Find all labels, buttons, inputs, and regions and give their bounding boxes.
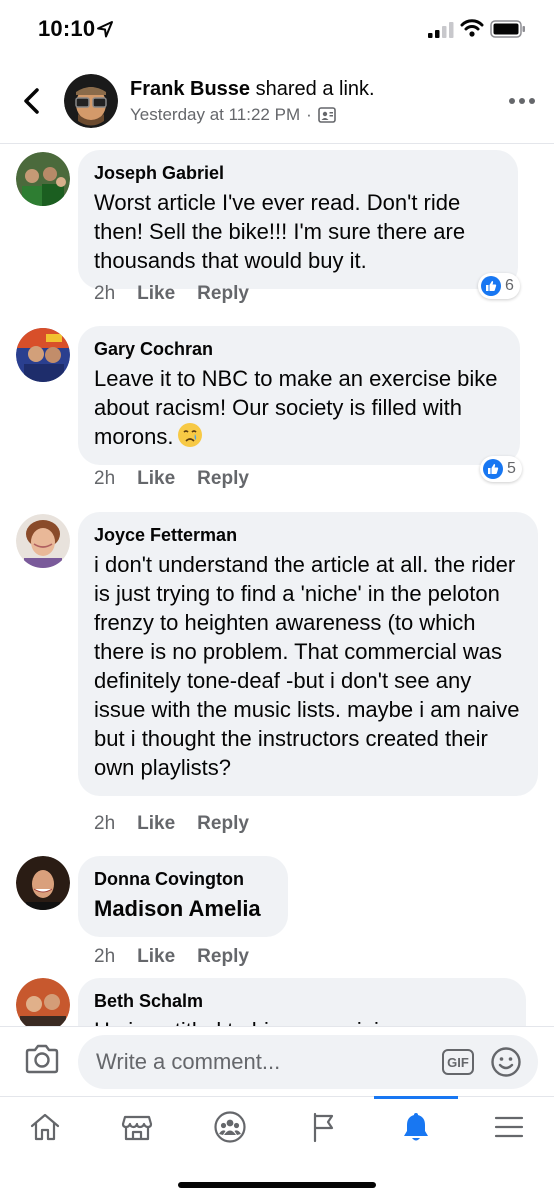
author-name[interactable]: Frank Busse	[130, 78, 250, 100]
bottom-tab-bar	[0, 1096, 554, 1156]
commenter-name[interactable]: Beth Schalm	[94, 990, 510, 1012]
status-time: 10:10	[38, 16, 96, 41]
comment-text-body: Leave it to NBC to make an exercise bike…	[94, 366, 498, 449]
commenter-name[interactable]: Joyce Fetterman	[94, 524, 522, 546]
commenter-avatar[interactable]	[16, 856, 70, 910]
reply-button[interactable]: Reply	[197, 283, 249, 305]
battery-icon	[490, 20, 525, 38]
wifi-icon	[460, 19, 484, 37]
reply-button[interactable]: Reply	[197, 813, 249, 835]
emoji-icon[interactable]	[490, 1046, 522, 1078]
like-button[interactable]: Like	[137, 283, 175, 305]
comment-time: 2h	[94, 946, 116, 967]
commenter-avatar[interactable]	[16, 978, 70, 1026]
comment-time: 2h	[94, 813, 116, 834]
location-arrow-icon	[97, 21, 113, 38]
author-line: Frank Busse shared a link.	[130, 78, 375, 101]
post-timestamp[interactable]: Yesterday at 11:22 PM	[130, 105, 300, 125]
cellular-signal-icon	[428, 22, 454, 38]
comment-bubble[interactable]: Donna Covington Madison Amelia	[78, 856, 288, 937]
reaction-summary[interactable]: 6	[478, 273, 520, 299]
reply-button[interactable]: Reply	[197, 468, 249, 490]
reaction-count: 5	[507, 460, 516, 477]
commenter-name[interactable]: Gary Cochran	[94, 338, 504, 360]
comment-actions: 2h Like Reply	[94, 468, 249, 490]
commenter-avatar[interactable]	[16, 328, 70, 382]
more-options-icon[interactable]	[508, 96, 536, 106]
tab-pages[interactable]	[278, 1097, 368, 1157]
like-button[interactable]: Like	[137, 946, 175, 968]
comment-text: Worst article I've ever read. Don't ride…	[94, 190, 466, 273]
commenter-avatar[interactable]	[16, 514, 70, 568]
home-icon	[30, 1113, 60, 1141]
meta-separator: ·	[306, 105, 312, 124]
comment-bubble[interactable]: Gary Cochran Leave it to NBC to make an …	[78, 326, 520, 465]
reply-button[interactable]: Reply	[197, 946, 249, 968]
tab-notifications[interactable]	[371, 1097, 461, 1157]
tagged-name[interactable]: Madison Amelia	[94, 894, 272, 923]
comment-actions: 2h Like Reply	[94, 813, 249, 835]
comment-bubble[interactable]: Beth Schalm He is entitled to his own op…	[78, 978, 526, 1026]
gif-button[interactable]: GIF	[442, 1049, 474, 1075]
comments-list: Joseph Gabriel Worst article I've ever r…	[0, 144, 554, 1026]
tab-groups[interactable]	[185, 1097, 275, 1157]
like-button[interactable]: Like	[137, 813, 175, 835]
audience-icon	[317, 107, 336, 123]
commenter-name[interactable]: Donna Covington	[94, 868, 272, 890]
reaction-summary[interactable]: 5	[480, 456, 522, 482]
comment-actions: 2h Like Reply	[94, 283, 249, 305]
crying-face-emoji-icon	[178, 423, 203, 447]
reaction-count: 6	[505, 277, 514, 294]
like-reaction-icon	[483, 459, 503, 479]
camera-icon[interactable]	[24, 1043, 60, 1075]
comment-composer: GIF	[0, 1026, 554, 1096]
post-action-text: shared a link.	[255, 78, 375, 100]
home-indicator	[178, 1182, 376, 1188]
flag-icon	[313, 1112, 334, 1143]
post-header: Frank Busse shared a link. Yesterday at …	[0, 58, 554, 144]
tab-marketplace[interactable]	[92, 1097, 182, 1157]
gif-label: GIF	[447, 1054, 469, 1070]
comment-actions: 2h Like Reply	[94, 946, 249, 968]
hamburger-menu-icon	[494, 1116, 524, 1138]
comment-time: 2h	[94, 468, 116, 489]
status-bar: 10:10	[0, 0, 554, 58]
author-avatar[interactable]	[64, 74, 118, 128]
comment-text: Leave it to NBC to make an exercise bike…	[94, 364, 504, 451]
back-chevron-icon[interactable]	[20, 86, 42, 116]
marketplace-icon	[121, 1115, 153, 1141]
like-button[interactable]: Like	[137, 468, 175, 490]
groups-icon	[214, 1111, 246, 1143]
comment-time: 2h	[94, 283, 116, 304]
comment-bubble[interactable]: Joseph Gabriel Worst article I've ever r…	[78, 150, 518, 289]
tab-menu[interactable]	[464, 1097, 554, 1157]
bell-icon	[404, 1113, 428, 1141]
commenter-name[interactable]: Joseph Gabriel	[94, 162, 502, 184]
tab-home[interactable]	[0, 1097, 90, 1157]
like-reaction-icon	[481, 276, 501, 296]
post-meta: Yesterday at 11:22 PM ·	[130, 105, 336, 125]
comment-bubble[interactable]: Joyce Fetterman i don't understand the a…	[78, 512, 538, 796]
comment-text: i don't understand the article at all. t…	[94, 552, 520, 780]
commenter-avatar[interactable]	[16, 152, 70, 206]
comment-text: He is entitled to his own opinion	[94, 1016, 510, 1026]
